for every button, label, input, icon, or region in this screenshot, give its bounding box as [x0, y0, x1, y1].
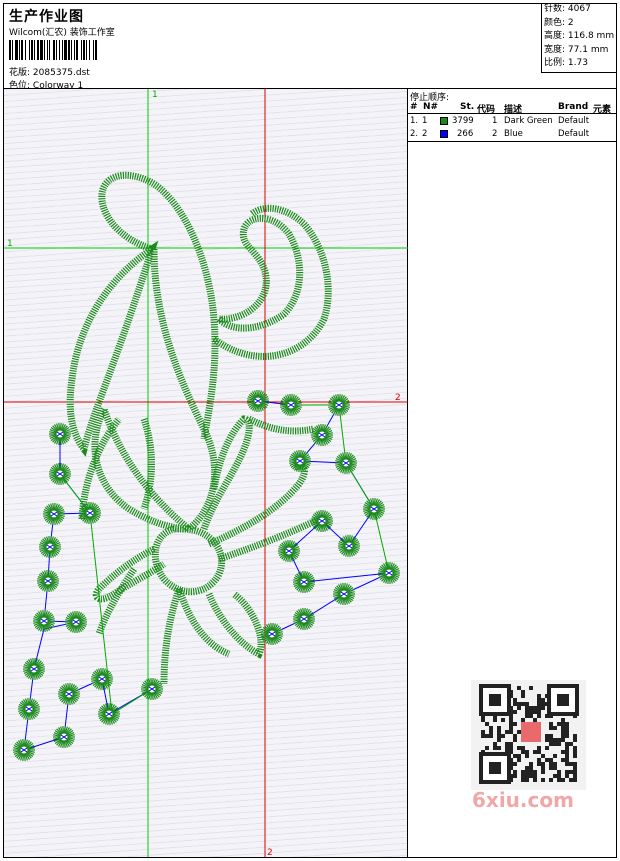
design-label: 花版: — [9, 68, 31, 78]
stat-stitches: 针数: 4067 — [544, 4, 591, 14]
design-stats: 针数: 4067 颜色: 2 高度: 116.8 mm 宽度: 77.1 mm … — [541, 3, 617, 73]
worksheet-header: 生产作业图 Wilcom(汇农) 装饰工作室 花版: 2085375.dst 色… — [3, 3, 617, 91]
design-canvas[interactable]: 1 1 2 2 — [4, 89, 408, 858]
flower-dots — [13, 389, 400, 762]
color-swatch-blue — [440, 130, 448, 138]
flower-icon — [328, 393, 350, 417]
stat-scale: 比例: 1.73 — [544, 58, 588, 68]
flower-icon — [338, 534, 360, 558]
col-brand: Brand — [558, 102, 589, 112]
flower-icon — [335, 451, 357, 475]
watermark-text: 6xiu.com — [472, 788, 574, 812]
green-satin-outline — [66, 171, 332, 685]
worksheet-title: 生产作业图 — [9, 9, 84, 25]
company-name: Wilcom(汇农) 装饰工作室 — [9, 28, 115, 38]
flower-icon — [91, 667, 113, 691]
stat-height: 高度: 116.8 mm — [544, 31, 615, 41]
embroidery-design: 1 1 2 2 — [4, 89, 408, 858]
flower-icon — [280, 393, 302, 417]
col-n: N# — [423, 102, 439, 112]
design-line: 花版: 2085375.dst — [9, 65, 90, 78]
col-stitches: St. — [460, 102, 475, 112]
guide-label-red-bottom: 2 — [267, 848, 273, 857]
flower-icon — [43, 502, 65, 526]
guide-label-green-top: 1 — [152, 90, 158, 100]
flower-icon — [58, 682, 80, 706]
col-index: # — [410, 102, 418, 112]
flower-icon — [293, 607, 315, 631]
flower-icon — [293, 570, 315, 594]
blue-running-stitch — [23, 400, 390, 751]
guide-label-green-left: 1 — [7, 239, 13, 249]
flower-icon — [278, 539, 300, 563]
guide-label-red-right: 2 — [395, 393, 401, 403]
flower-icon — [378, 561, 400, 585]
flower-icon — [311, 509, 333, 533]
stop-sequence-panel: 停止顺序: # N# St. 代码 描述 Brand 元素 1. 1 3799 … — [408, 89, 617, 142]
flower-icon — [18, 697, 40, 721]
flower-icon — [98, 702, 120, 726]
stat-colors: 颜色: 2 — [544, 17, 574, 28]
barcode — [9, 40, 141, 60]
flower-icon — [79, 501, 101, 525]
qr-code-watermark — [471, 680, 586, 790]
flower-icon — [141, 677, 163, 701]
flower-icon — [247, 389, 269, 413]
qr-code-icon — [479, 684, 579, 784]
flower-icon — [53, 725, 75, 749]
stat-width: 宽度: 77.1 mm — [544, 44, 609, 55]
flower-icon — [65, 610, 87, 634]
flower-icon — [261, 622, 283, 646]
flower-icon — [333, 582, 355, 606]
flower-icon — [23, 657, 45, 681]
flower-icon — [13, 738, 35, 762]
color-swatch-green — [440, 117, 448, 125]
flower-icon — [363, 497, 385, 521]
flower-icon — [311, 423, 333, 447]
design-value: 2085375.dst — [32, 68, 90, 78]
